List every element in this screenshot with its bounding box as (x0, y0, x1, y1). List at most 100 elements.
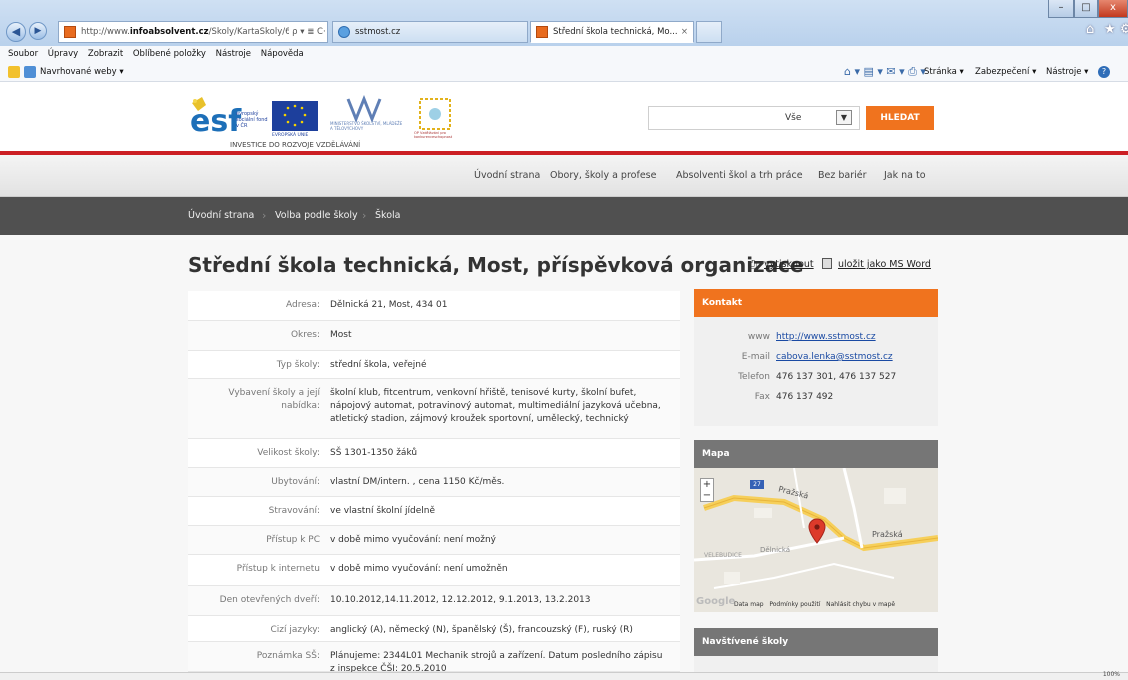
address-bar[interactable]: http://www.infoabsolvent.cz/Skoly/KartaS… (58, 21, 328, 43)
detail-label: Cizí jazyky: (270, 625, 320, 635)
fax-label: Fax (754, 392, 770, 402)
tab-sstmost[interactable]: sstmost.cz (332, 21, 528, 43)
detail-label: Stravování: (268, 506, 320, 516)
table-row: Poznámka SŠ: Plánujeme: 2344L01 Mechanik … (188, 642, 680, 674)
home-icon[interactable]: ⌂ (1086, 22, 1094, 37)
close-window-button[interactable]: x (1098, 0, 1128, 18)
detail-label: Adresa: (286, 300, 320, 310)
breadcrumb-separator-icon: › (262, 209, 267, 222)
map-report-error-link[interactable]: Nahlásit chybu v mapě (826, 601, 895, 608)
email-link[interactable]: cabova.lenka@sstmost.cz (776, 352, 893, 362)
tools-gear-icon[interactable]: ⚙ (1120, 22, 1128, 37)
status-bar: 100% (0, 671, 1128, 680)
zoom-level[interactable]: 100% (1103, 671, 1120, 678)
address-domain: infoabsolvent.cz (129, 27, 209, 37)
tools-menu[interactable]: Nástroje ▾ (1046, 62, 1088, 82)
nav-jak-na-to[interactable]: Jak na to (884, 155, 926, 197)
logo-strip: esf evropský sociální fond v ČR EVROPSKÁ… (188, 94, 478, 151)
address-prefix: http://www. (81, 27, 130, 37)
detail-value: školní klub, fitcentrum, venkovní hřiště… (330, 388, 661, 424)
page-menu[interactable]: Stránka ▾ (924, 62, 964, 82)
tab-label: sstmost.cz (355, 27, 401, 37)
map-data-label: Data map (734, 601, 764, 608)
back-button[interactable]: ◀ (6, 22, 26, 42)
menu-napoveda[interactable]: Nápověda (261, 49, 304, 59)
esf-logo-subtext: evropský sociální fond v ČR (236, 111, 268, 129)
tab-close-icon[interactable]: × (681, 22, 688, 42)
detail-value: Most (330, 330, 352, 340)
table-row: Stravování: ve vlastní školní jídelně (188, 497, 680, 526)
zoom-out-icon[interactable]: − (701, 490, 713, 501)
detail-label: Přístup k internetu (236, 564, 320, 574)
detail-label: Okres: (290, 330, 320, 340)
nav-obory-skoly-profese[interactable]: Obory, školy a profese (550, 155, 656, 197)
detail-label: Přístup k PC (266, 535, 320, 545)
visited-schools-title: Navštívené školy (694, 628, 938, 656)
contact-panel-body: www http://www.sstmost.cz E-mail cabova.le… (694, 317, 938, 426)
new-tab-button[interactable] (696, 21, 722, 43)
fax-value: 476 137 492 (776, 392, 834, 402)
contact-panel-title: Kontakt (694, 289, 938, 317)
zoom-in-icon[interactable]: + (701, 479, 713, 490)
minimize-button[interactable]: – (1048, 0, 1074, 18)
word-icon[interactable] (822, 258, 832, 269)
visited-schools-panel: Navštívené školy (694, 628, 938, 672)
search-input[interactable]: Vše (648, 106, 860, 130)
address-controls[interactable]: ρ ▾ ≣ C (289, 22, 323, 42)
table-row: Den otevřených dveří: 10.10.2012,14.11.20… (188, 586, 680, 616)
save-ms-word-link[interactable]: uložit jako MS Word (838, 259, 931, 270)
menu-oblibene[interactable]: Oblíbené položky (133, 49, 206, 59)
search-button[interactable]: HLEDAT (866, 106, 934, 130)
forward-button[interactable]: ▶ (29, 22, 47, 40)
ie-page-icon (24, 66, 36, 78)
table-row: Typ školy: střední škola, veřejné (188, 351, 680, 379)
detail-value: střední škola, veřejné (330, 360, 427, 370)
maximize-button[interactable]: □ (1074, 0, 1098, 18)
menu-soubor[interactable]: Soubor (8, 49, 38, 59)
table-row: Cizí jazyky: anglický (A), německý (N), š… (188, 616, 680, 642)
detail-label: Den otevřených dveří: (219, 595, 320, 605)
command-bar-icons[interactable]: ⌂ ▾ ▤ ▾ ✉ ▾ ⎙ ▾ (844, 62, 926, 82)
chevron-down-icon[interactable]: ▼ (836, 110, 852, 125)
map-terms-link[interactable]: Podmínky použití (769, 601, 820, 608)
contact-panel: Kontakt www http://www.sstmost.cz E-mail c… (694, 289, 938, 426)
page-title: Střední škola technická, Most, příspěvko… (188, 253, 804, 277)
detail-label: Typ školy: (276, 360, 320, 370)
printer-icon[interactable]: ⎙ (748, 258, 757, 272)
favorites-star-icon[interactable]: ★ (1104, 22, 1116, 37)
map-panel-title: Mapa (694, 440, 938, 468)
site-favicon-icon (64, 26, 76, 38)
detail-value: v době mimo vyučování: není umožněn (330, 564, 508, 574)
menu-upravy[interactable]: Úpravy (48, 49, 78, 59)
menu-nastroje[interactable]: Nástroje (216, 49, 251, 59)
nav-uvodni-strana[interactable]: Úvodní strana (474, 155, 540, 197)
detail-value: 10.10.2012,14.11.2012, 12.12.2012, 9.1.2… (330, 595, 591, 605)
detail-label: Velikost školy: (257, 448, 320, 458)
eu-logo-text: EVROPSKÁ UNIE (272, 133, 309, 138)
menu-bar: Soubor Úpravy Zobrazit Oblíbené položky … (0, 46, 1128, 62)
district-label: VELEBUDICE (704, 552, 742, 559)
suggested-sites-link[interactable]: Navrhované weby ▾ (40, 62, 124, 82)
favorites-icon[interactable] (8, 66, 20, 78)
www-label: www (747, 332, 770, 342)
nav-bez-barier[interactable]: Bez bariér (818, 155, 867, 197)
search-category-value[interactable]: Vše (785, 113, 801, 123)
tab-school[interactable]: Střední škola technická, Mo... × (530, 21, 694, 43)
print-link[interactable]: vytisknout (764, 259, 814, 270)
op-logo-text: OP Vzdělávání pro konkurenceschopnost (414, 131, 453, 139)
detail-label: Ubytování: (271, 477, 320, 487)
breadcrumb: Úvodní strana › Volba podle školy › Škol… (0, 197, 1128, 235)
detail-value: Dělnická 21, Most, 434 01 (330, 300, 448, 310)
website-link[interactable]: http://www.sstmost.cz (776, 332, 876, 342)
menu-zobrazit[interactable]: Zobrazit (88, 49, 123, 59)
nav-absolventi[interactable]: Absolventi škol a trh práce (676, 155, 803, 197)
map-zoom-control[interactable]: + − (700, 478, 714, 502)
map-marker-icon[interactable] (808, 518, 826, 544)
table-row: Přístup k PC v době mimo vyučování: není … (188, 526, 680, 555)
breadcrumb-uvodni-strana[interactable]: Úvodní strana (188, 197, 254, 235)
help-icon[interactable]: ? (1098, 66, 1110, 78)
breadcrumb-volba-podle-skoly[interactable]: Volba podle školy (275, 197, 358, 235)
security-menu[interactable]: Zabezpečení ▾ (975, 62, 1036, 82)
map-view[interactable]: + − 27 Pražská Pražská Dělnická VELEBUDI… (694, 468, 938, 612)
table-row: Ubytování: vlastní DM/intern. , cena 1150… (188, 468, 680, 497)
